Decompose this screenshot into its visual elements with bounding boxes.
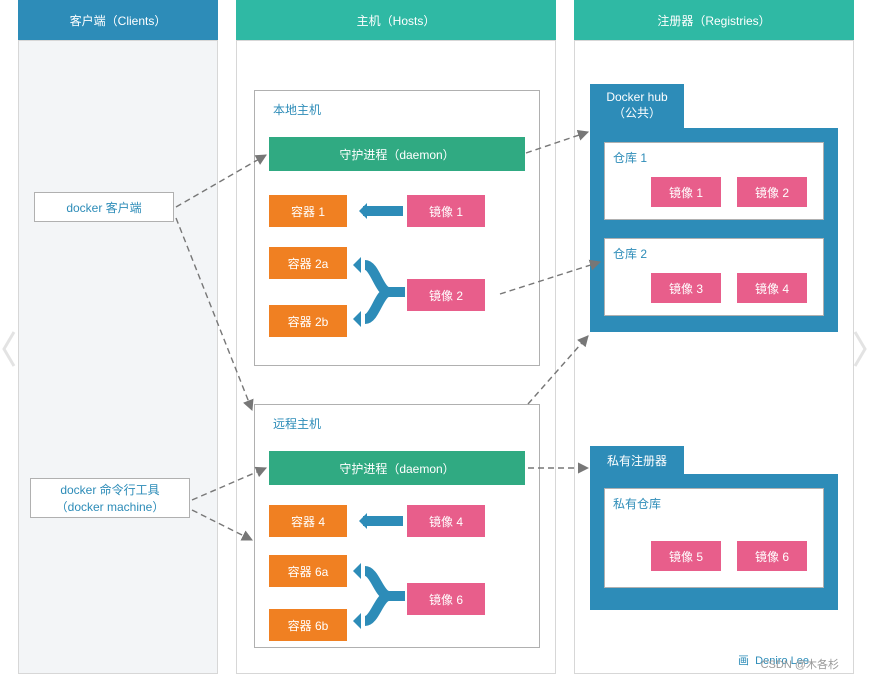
fork-image2 bbox=[349, 259, 405, 325]
image-2: 镜像 2 bbox=[407, 279, 485, 311]
credit-prefix: 画 bbox=[738, 655, 749, 667]
private-repo: 私有仓库 镜像 5 镜像 6 bbox=[604, 488, 824, 588]
docker-cli-line2: （docker machine） bbox=[56, 498, 165, 515]
container-6b: 容器 6b bbox=[269, 609, 347, 641]
docker-client-box: docker 客户端 bbox=[34, 192, 174, 222]
local-host-panel: 本地主机 守护进程（daemon） 容器 1 镜像 1 容器 2a 容器 2b … bbox=[254, 90, 540, 366]
docker-hub-tab: Docker hub （公共） bbox=[590, 84, 684, 128]
private-registry-tab: 私有注册器 bbox=[590, 446, 684, 474]
col-header-clients: 客户端（Clients） bbox=[18, 0, 218, 40]
fork-image6 bbox=[349, 565, 405, 627]
repo-2-title: 仓库 2 bbox=[605, 239, 823, 268]
local-host-title: 本地主机 bbox=[273, 101, 321, 118]
private-image5: 镜像 5 bbox=[651, 541, 721, 571]
private-registry-body: 私有仓库 镜像 5 镜像 6 bbox=[590, 474, 838, 610]
container-2b: 容器 2b bbox=[269, 305, 347, 337]
repo-1: 仓库 1 镜像 1 镜像 2 bbox=[604, 142, 824, 220]
docker-cli-line1: docker 命令行工具 bbox=[60, 481, 159, 498]
arrow-image4-to-container4 bbox=[363, 516, 403, 526]
image-6: 镜像 6 bbox=[407, 583, 485, 615]
repo1-image1: 镜像 1 bbox=[651, 177, 721, 207]
repo1-image2: 镜像 2 bbox=[737, 177, 807, 207]
remote-daemon: 守护进程（daemon） bbox=[269, 451, 525, 485]
col-header-registries: 注册器（Registries） bbox=[574, 0, 854, 40]
container-4: 容器 4 bbox=[269, 505, 347, 537]
docker-hub-body: 仓库 1 镜像 1 镜像 2 仓库 2 镜像 3 镜像 4 bbox=[590, 128, 838, 332]
col-header-hosts: 主机（Hosts） bbox=[236, 0, 556, 40]
container-1: 容器 1 bbox=[269, 195, 347, 227]
repo-2: 仓库 2 镜像 3 镜像 4 bbox=[604, 238, 824, 316]
docker-hub-title2: （公共） bbox=[594, 104, 680, 121]
docker-hub-title1: Docker hub bbox=[594, 90, 680, 104]
container-6a: 容器 6a bbox=[269, 555, 347, 587]
chevron-right-icon[interactable] bbox=[851, 330, 869, 368]
repo2-image4: 镜像 4 bbox=[737, 273, 807, 303]
column-clients bbox=[18, 40, 218, 674]
docker-cli-box: docker 命令行工具 （docker machine） bbox=[30, 478, 190, 518]
private-image6: 镜像 6 bbox=[737, 541, 807, 571]
watermark-text: CSDN @木各杉 bbox=[761, 656, 839, 672]
remote-host-panel: 远程主机 守护进程（daemon） 容器 4 镜像 4 容器 6a 容器 6b … bbox=[254, 404, 540, 648]
diagram-canvas: 客户端（Clients） 主机（Hosts） 注册器（Registries） d… bbox=[0, 0, 869, 678]
local-daemon: 守护进程（daemon） bbox=[269, 137, 525, 171]
image-4: 镜像 4 bbox=[407, 505, 485, 537]
image-1: 镜像 1 bbox=[407, 195, 485, 227]
repo-1-title: 仓库 1 bbox=[605, 143, 823, 172]
arrow-image1-to-container1 bbox=[363, 206, 403, 216]
remote-host-title: 远程主机 bbox=[273, 415, 321, 432]
repo2-image3: 镜像 3 bbox=[651, 273, 721, 303]
private-repo-title: 私有仓库 bbox=[605, 489, 823, 518]
container-2a: 容器 2a bbox=[269, 247, 347, 279]
chevron-left-icon[interactable] bbox=[0, 330, 18, 368]
